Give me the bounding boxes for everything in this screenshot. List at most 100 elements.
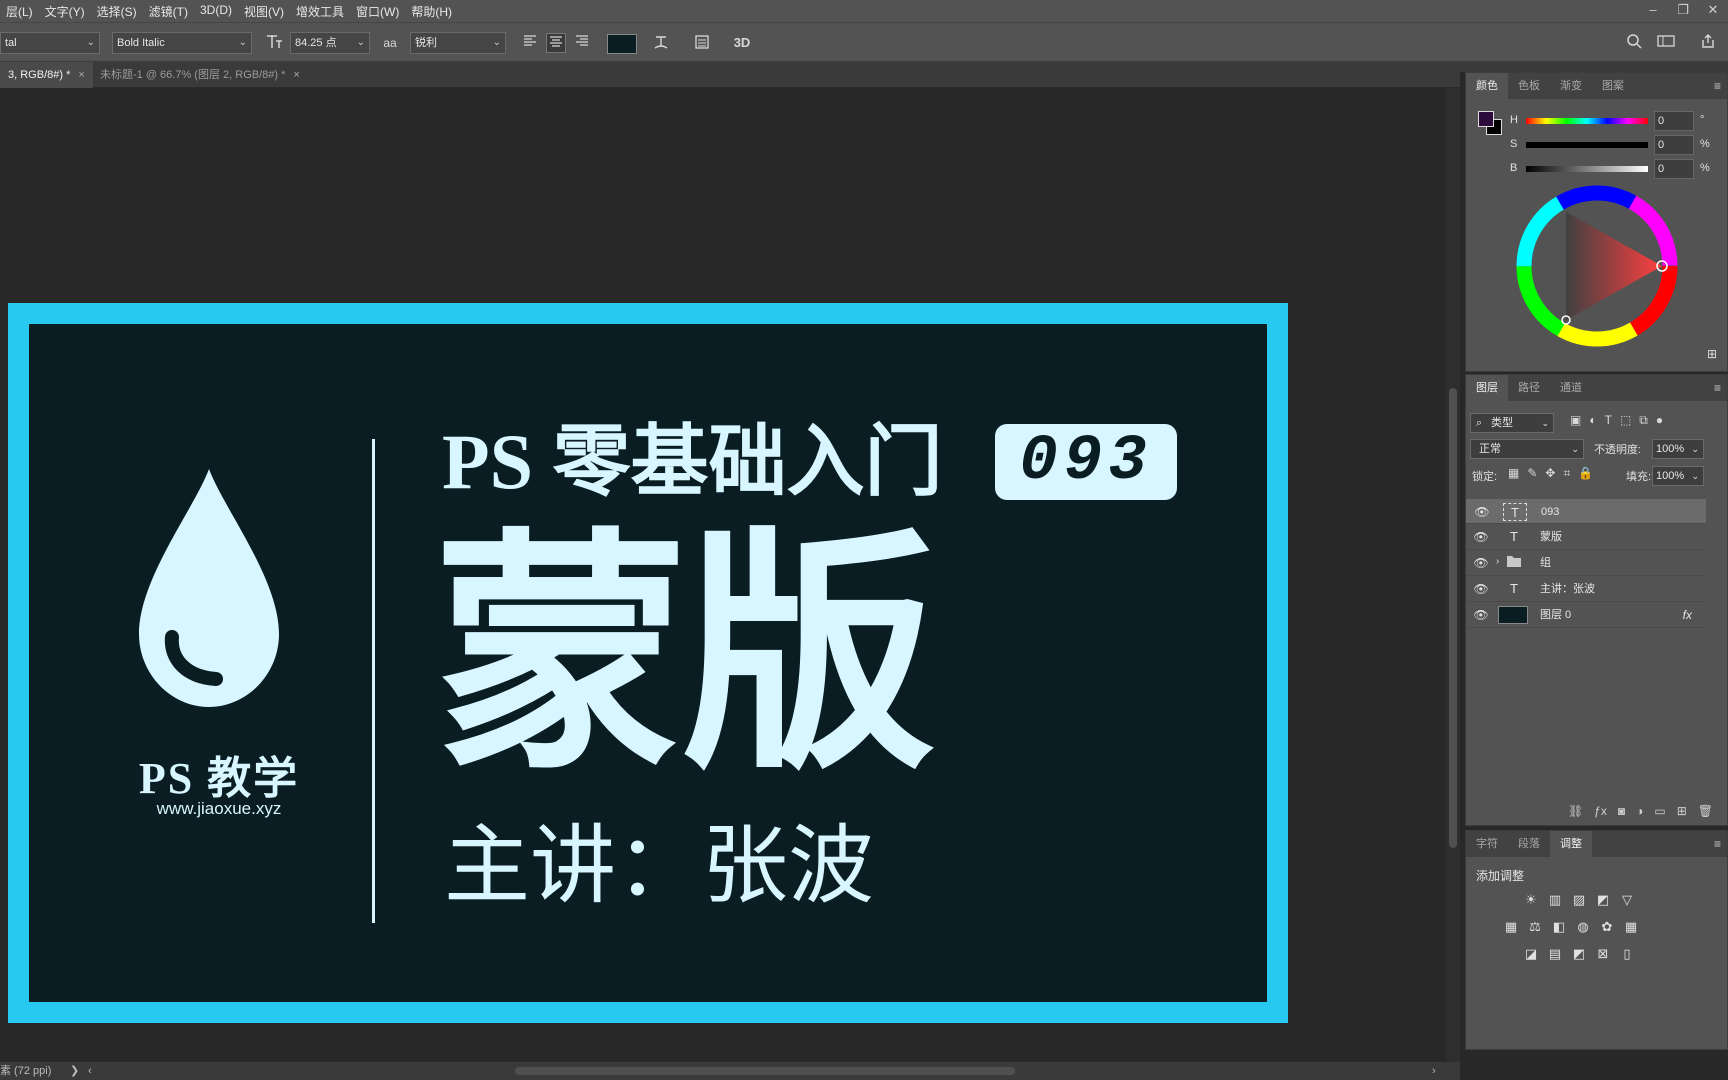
filter-toggle-icon[interactable]: ● (1656, 413, 1663, 428)
channel-mixer-icon[interactable]: ✿ (1598, 918, 1616, 936)
scroll-right-icon[interactable]: › (1432, 1062, 1436, 1080)
layer-row[interactable]: 👁 图层 0 fx (1466, 603, 1706, 628)
new-group-icon[interactable]: ▭ (1654, 804, 1665, 818)
fill-input[interactable]: 100% ⌄ (1652, 466, 1704, 486)
lock-all-icon[interactable]: 🔒 (1578, 466, 1593, 481)
selective-color-icon[interactable]: ⊠ (1594, 945, 1612, 963)
align-left-icon[interactable] (520, 33, 540, 53)
brightness-contrast-icon[interactable]: ☀ (1522, 891, 1540, 909)
add-swatch-icon[interactable]: ⊞ (1707, 347, 1717, 361)
workspace-icon[interactable] (1656, 33, 1676, 53)
levels-icon[interactable]: ▥ (1546, 891, 1564, 909)
lock-transparency-icon[interactable]: ▦ (1508, 466, 1519, 481)
menu-select[interactable]: 选择(S) (91, 3, 143, 20)
saturation-input[interactable]: 0 (1654, 135, 1694, 155)
menu-help[interactable]: 帮助(H) (405, 3, 458, 20)
align-right-icon[interactable] (572, 33, 592, 53)
filter-pixel-icon[interactable]: ▣ (1570, 413, 1581, 428)
vertical-scrollbar[interactable] (1446, 88, 1460, 1062)
scroll-thumb[interactable] (1449, 388, 1457, 848)
tab-adjustments[interactable]: 调整 (1550, 831, 1592, 857)
filter-shape-icon[interactable]: ⬚ (1620, 413, 1631, 428)
visibility-eye-icon[interactable]: 👁 (1472, 530, 1490, 544)
hue-slider[interactable] (1526, 118, 1648, 124)
lock-paint-icon[interactable]: ✎ (1527, 466, 1537, 481)
3d-button[interactable]: 3D (732, 33, 752, 53)
layer-row[interactable]: 👁 T 主讲：张波 (1466, 577, 1706, 602)
color-balance-icon[interactable]: ⚖ (1526, 918, 1544, 936)
tab-gradients[interactable]: 渐变 (1550, 73, 1592, 99)
close-icon[interactable]: × (78, 69, 84, 81)
warp-text-icon[interactable] (651, 33, 671, 53)
filter-type-icon[interactable]: T (1605, 413, 1612, 428)
lock-artboard-icon[interactable]: ⌗ (1563, 466, 1570, 481)
tab-color[interactable]: 颜色 (1466, 73, 1508, 99)
tab-layers[interactable]: 图层 (1466, 375, 1508, 401)
share-icon[interactable] (1698, 33, 1718, 53)
document-tab[interactable]: 未标题-1 @ 66.7% (图层 2, RGB/8#) * × (92, 62, 308, 88)
layer-row[interactable]: 👁 T 蒙版 (1466, 525, 1706, 550)
photo-filter-icon[interactable]: ◍ (1574, 918, 1592, 936)
panel-menu-icon[interactable]: ≡ (1714, 381, 1721, 395)
filter-adjustment-icon[interactable]: ◐ (1589, 413, 1596, 428)
restore-button[interactable]: ❐ (1668, 0, 1698, 22)
filter-smart-object-icon[interactable]: ⧉ (1639, 413, 1648, 428)
close-window-button[interactable]: ✕ (1698, 0, 1728, 22)
exposure-icon[interactable]: ◩ (1594, 891, 1612, 909)
add-mask-icon[interactable]: ◙ (1618, 804, 1625, 818)
vibrance-icon[interactable]: ▽ (1618, 891, 1636, 909)
color-lookup-icon[interactable]: ▦ (1622, 918, 1640, 936)
layer-filter-select[interactable]: ⌕ 类型 ⌄ (1470, 413, 1554, 433)
new-layer-icon[interactable]: ⊞ (1677, 804, 1687, 818)
posterize-icon[interactable]: ▤ (1546, 945, 1564, 963)
panel-menu-icon[interactable]: ≡ (1714, 837, 1721, 851)
black-white-icon[interactable]: ◧ (1550, 918, 1568, 936)
visibility-eye-icon[interactable]: 👁 (1472, 556, 1490, 570)
saturation-slider[interactable] (1526, 142, 1648, 148)
scroll-left-icon[interactable]: ‹ (88, 1062, 92, 1080)
character-panel-icon[interactable] (692, 33, 712, 53)
tab-paragraph[interactable]: 段落 (1508, 831, 1550, 857)
expand-chevron-icon[interactable]: › (1496, 556, 1499, 567)
canvas-area[interactable]: PS 教学 www.jiaoxue.xyz PS 零基础入门 093 蒙版 主讲… (0, 88, 1446, 1062)
font-family-select[interactable]: tal ⌄ (0, 32, 100, 54)
hue-saturation-icon[interactable]: ▦ (1502, 918, 1520, 936)
tab-swatches[interactable]: 色板 (1508, 73, 1550, 99)
foreground-color-swatch[interactable] (1478, 111, 1494, 127)
horizontal-scroll-thumb[interactable] (515, 1067, 1015, 1075)
layer-row[interactable]: 👁 › 组 (1466, 551, 1706, 576)
align-center-icon[interactable] (546, 33, 566, 53)
blend-mode-select[interactable]: 正常 ⌄ (1470, 439, 1584, 459)
gradient-map-icon[interactable]: ▯ (1618, 945, 1636, 963)
visibility-eye-icon[interactable]: 👁 (1473, 505, 1491, 519)
tab-paths[interactable]: 路径 (1508, 375, 1550, 401)
panel-menu-icon[interactable]: ≡ (1714, 79, 1721, 93)
menu-type[interactable]: 文字(Y) (39, 3, 91, 20)
antialias-select[interactable]: 锐利 ⌄ (410, 32, 506, 54)
font-style-select[interactable]: Bold Italic ⌄ (112, 32, 252, 54)
delete-layer-icon[interactable]: 🗑 (1698, 804, 1713, 818)
menu-filter[interactable]: 滤镜(T) (143, 3, 194, 20)
layer-row[interactable]: 👁 T 093 (1466, 499, 1706, 524)
threshold-icon[interactable]: ◩ (1570, 945, 1588, 963)
font-size-select[interactable]: 84.25 点 ⌄ (290, 32, 370, 54)
search-icon[interactable] (1624, 33, 1644, 53)
new-adjustment-icon[interactable]: ◑ (1636, 804, 1643, 818)
menu-view[interactable]: 视图(V) (238, 3, 290, 20)
color-wheel[interactable] (1512, 181, 1682, 351)
brightness-input[interactable]: 0 (1654, 159, 1694, 179)
layer-effects-icon[interactable]: fx (1683, 603, 1692, 628)
tab-character[interactable]: 字符 (1466, 831, 1508, 857)
visibility-eye-icon[interactable]: 👁 (1472, 582, 1490, 596)
invert-icon[interactable]: ◪ (1522, 945, 1540, 963)
tab-patterns[interactable]: 图案 (1592, 73, 1634, 99)
menu-window[interactable]: 窗口(W) (350, 3, 405, 20)
close-icon[interactable]: × (293, 69, 299, 81)
minimize-button[interactable]: – (1638, 0, 1668, 22)
brightness-slider[interactable] (1526, 166, 1648, 172)
status-menu-arrow-icon[interactable]: ❯ (70, 1062, 79, 1080)
opacity-input[interactable]: 100% ⌄ (1652, 439, 1704, 459)
lock-position-icon[interactable]: ✥ (1545, 466, 1555, 481)
tab-channels[interactable]: 通道 (1550, 375, 1592, 401)
link-layers-icon[interactable]: ⛓ (1568, 804, 1583, 818)
